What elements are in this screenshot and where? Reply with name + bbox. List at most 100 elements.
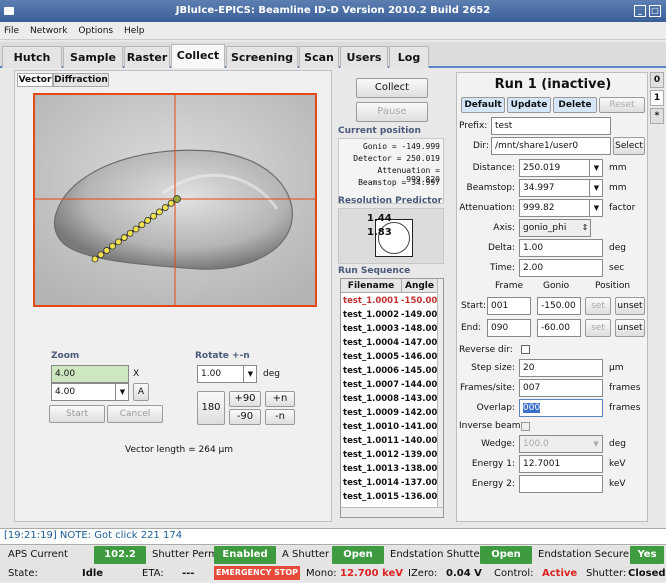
delta-field[interactable]: 1.00 — [519, 239, 603, 257]
vector-point[interactable] — [126, 229, 134, 237]
vector-point[interactable] — [115, 238, 122, 246]
tab-users[interactable]: Users — [340, 46, 388, 68]
vector-point[interactable] — [97, 251, 105, 259]
update-button[interactable]: Update — [507, 97, 551, 113]
wedge-dropdown-icon[interactable]: ▼ — [589, 435, 603, 453]
start-button[interactable]: Start — [49, 405, 105, 423]
tab-hutch[interactable]: Hutch — [2, 46, 62, 68]
zoom-a-button[interactable]: A — [133, 383, 149, 401]
vector-point[interactable] — [103, 247, 111, 254]
attenuation-dropdown-icon[interactable]: ▼ — [589, 199, 603, 217]
end-frame-field[interactable]: 090 — [487, 319, 531, 337]
reverse-dir-checkbox[interactable] — [521, 345, 530, 354]
zoom-dropdown-icon[interactable]: ▼ — [115, 383, 129, 401]
table-row[interactable]: test_1.0003 -148.00 — [341, 322, 437, 336]
table-row[interactable]: test_1.0004 -147.00 — [341, 336, 437, 350]
overlap-field[interactable]: 000 — [519, 399, 603, 417]
select-dir-button[interactable]: Select — [613, 137, 645, 155]
reset-button[interactable]: Reset — [599, 97, 645, 113]
run-tab-new[interactable]: * — [650, 108, 664, 124]
minimize-icon[interactable]: _ — [634, 5, 646, 17]
vector-point[interactable] — [167, 199, 175, 207]
table-row[interactable]: test_1.0008 -143.00 — [341, 392, 437, 406]
table-row[interactable]: test_1.0015 -136.00 — [341, 490, 437, 504]
time-field[interactable]: 2.00 — [519, 259, 603, 277]
start-frame-field[interactable]: 001 — [487, 297, 531, 315]
distance-dropdown-icon[interactable]: ▼ — [589, 159, 603, 177]
vector-point[interactable] — [156, 208, 163, 216]
end-label: End: — [461, 323, 482, 333]
position-gonio: Gonio = -149.999 — [362, 142, 440, 151]
axis-spinner-icon[interactable]: ⇕ — [579, 219, 591, 237]
end-set-button[interactable]: set — [585, 319, 611, 337]
subtab-vector[interactable]: Vector — [17, 73, 53, 87]
table-row[interactable]: test_1.0014 -137.00 — [341, 476, 437, 490]
end-unset-button[interactable]: unset — [615, 319, 645, 337]
step-size-field[interactable]: 20 — [519, 359, 603, 377]
table-row[interactable]: test_1.0007 -144.00 — [341, 378, 437, 392]
rotate-dropdown-icon[interactable]: ▼ — [243, 365, 257, 383]
table-row[interactable]: test_1.0009 -142.00 — [341, 406, 437, 420]
rotate-plus90-button[interactable]: +90 — [229, 391, 261, 407]
tab-raster[interactable]: Raster — [124, 46, 170, 68]
table-row[interactable]: test_1.0002 -149.00 — [341, 308, 437, 322]
table-row[interactable]: test_1.0006 -145.00 — [341, 364, 437, 378]
beamstop-dropdown-icon[interactable]: ▼ — [589, 179, 603, 197]
table-row[interactable]: test_1.0011 -140.00 — [341, 434, 437, 448]
default-button[interactable]: Default — [461, 97, 505, 113]
table-row[interactable]: test_1.0013 -138.00 — [341, 462, 437, 476]
zoom-input[interactable]: 4.00 — [51, 365, 129, 383]
column-filename[interactable]: Filename — [341, 279, 401, 293]
table-row[interactable]: test_1.0001 -150.00 — [341, 294, 437, 308]
rotate-180-button[interactable]: 180 — [197, 391, 225, 425]
table-hscrollbar[interactable] — [341, 507, 443, 517]
menu-help[interactable]: Help — [124, 26, 145, 36]
inverse-beam-checkbox[interactable] — [521, 422, 530, 431]
subtab-diffraction[interactable]: Diffraction — [53, 73, 109, 87]
start-unset-button[interactable]: unset — [615, 297, 645, 315]
vector-point[interactable] — [109, 242, 116, 250]
vector-point[interactable] — [144, 217, 152, 224]
start-set-button[interactable]: set — [585, 297, 611, 315]
run-tab-1[interactable]: 1 — [650, 90, 664, 106]
vector-point[interactable] — [150, 212, 157, 220]
menu-network[interactable]: Network — [30, 26, 68, 36]
vector-point[interactable] — [120, 234, 128, 241]
tab-scan[interactable]: Scan — [299, 46, 339, 68]
pause-button[interactable]: Pause — [356, 102, 428, 122]
vector-point[interactable] — [138, 221, 146, 229]
vector-point[interactable] — [132, 225, 140, 233]
menu-options[interactable]: Options — [78, 26, 113, 36]
emergency-stop-button[interactable]: EMERGENCY STOP — [214, 566, 300, 580]
rotate-minus90-button[interactable]: -90 — [229, 409, 261, 425]
collect-button[interactable]: Collect — [356, 78, 428, 98]
tab-sample[interactable]: Sample — [63, 46, 123, 68]
dir-field[interactable]: /mnt/share1/user0 — [491, 137, 611, 155]
rotate-plus-n-button[interactable]: +n — [265, 391, 295, 407]
energy2-field[interactable] — [519, 475, 603, 493]
vector-point[interactable] — [161, 204, 169, 211]
frames-per-site-field[interactable]: 007 — [519, 379, 603, 397]
menu-file[interactable]: File — [4, 26, 19, 36]
start-gonio-field[interactable]: -150.00 — [537, 297, 581, 315]
maximize-icon[interactable]: □ — [649, 5, 661, 17]
vector-point[interactable] — [91, 255, 99, 263]
energy1-field[interactable]: 12.7001 — [519, 455, 603, 473]
table-scrollbar[interactable] — [437, 279, 443, 507]
sample-video-image[interactable] — [33, 93, 317, 307]
delete-button[interactable]: Delete — [553, 97, 597, 113]
table-row[interactable]: test_1.0012 -139.00 — [341, 448, 437, 462]
end-gonio-field[interactable]: -60.00 — [537, 319, 581, 337]
window-menu-icon[interactable] — [4, 7, 14, 15]
tab-screening[interactable]: Screening — [226, 46, 298, 68]
table-row[interactable]: test_1.0010 -141.00 — [341, 420, 437, 434]
cancel-button[interactable]: Cancel — [107, 405, 163, 423]
column-angle[interactable]: Angle — [401, 279, 437, 293]
run-tab-0[interactable]: 0 — [650, 72, 664, 88]
rotate-minus-n-button[interactable]: -n — [265, 409, 295, 425]
tab-log[interactable]: Log — [389, 46, 429, 68]
prefix-field[interactable]: test — [491, 117, 611, 135]
vector-point[interactable] — [173, 195, 181, 203]
tab-collect[interactable]: Collect — [171, 44, 225, 68]
table-row[interactable]: test_1.0005 -146.00 — [341, 350, 437, 364]
